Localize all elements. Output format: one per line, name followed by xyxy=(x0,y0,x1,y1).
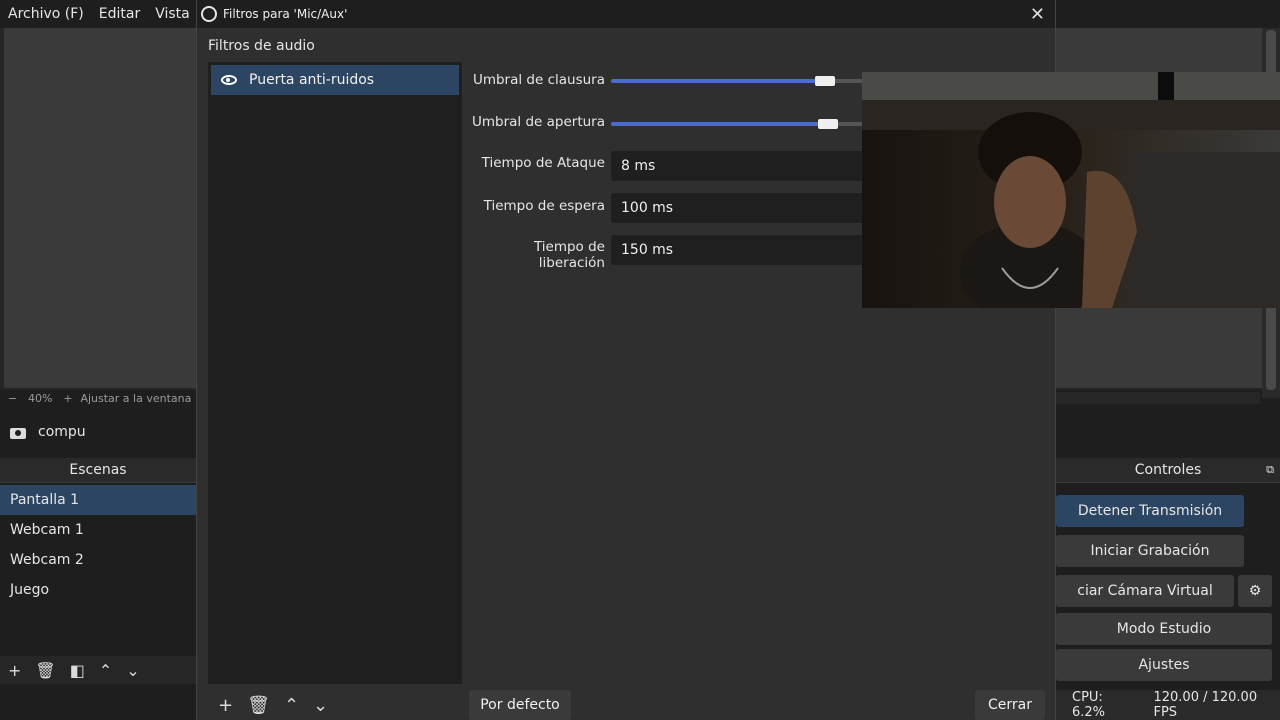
attack-time-field[interactable]: 8 ms xyxy=(611,151,863,181)
filter-item[interactable]: Puerta anti-ruidos xyxy=(211,65,459,95)
move-filter-down-button[interactable]: ⌄ xyxy=(313,695,328,716)
status-bar: CPU: 6.2% 120.00 / 120.00 FPS xyxy=(1056,690,1280,720)
cpu-usage: CPU: 6.2% xyxy=(1072,690,1106,720)
close-button[interactable]: Cerrar xyxy=(975,690,1045,720)
fps-counter: 120.00 / 120.00 FPS xyxy=(1153,690,1258,720)
current-source: compu xyxy=(0,418,200,446)
fit-window-label[interactable]: Ajustar a la ventana xyxy=(80,392,191,405)
start-recording-button[interactable]: Iniciar Grabación xyxy=(1056,535,1244,567)
scene-item[interactable]: Pantalla 1 xyxy=(0,485,196,515)
hold-time-field[interactable]: 100 ms xyxy=(611,193,863,223)
scenes-panel: Escenas Pantalla 1 Webcam 1 Webcam 2 Jue… xyxy=(0,458,196,690)
webcam-image xyxy=(862,72,1280,308)
menu-edit[interactable]: Editar xyxy=(99,6,140,22)
scene-item[interactable]: Webcam 1 xyxy=(0,515,196,545)
scenes-header: Escenas xyxy=(0,458,196,483)
zoom-level: 40% xyxy=(27,391,53,405)
zoom-in-button[interactable]: + xyxy=(63,392,72,405)
add-scene-button[interactable]: + xyxy=(8,661,21,680)
eye-icon[interactable] xyxy=(221,75,237,85)
filter-list: Puerta anti-ruidos xyxy=(208,62,462,684)
move-scene-down-button[interactable]: ⌄ xyxy=(126,661,139,680)
filter-name: Puerta anti-ruidos xyxy=(249,72,375,88)
obs-logo-icon xyxy=(201,6,217,22)
audio-filters-label: Filtros de audio xyxy=(208,38,315,54)
open-threshold-fill xyxy=(611,122,825,126)
menu-file[interactable]: Archivo (F) xyxy=(8,6,84,22)
zoom-bar: − 40% + Ajustar a la ventana xyxy=(0,390,200,406)
open-threshold-label: Umbral de apertura xyxy=(471,114,605,130)
dialog-title: Filtros para 'Mic/Aux' xyxy=(223,7,348,21)
controls-title: Controles xyxy=(1134,462,1202,478)
scene-filters-button[interactable]: ◧ xyxy=(70,661,85,680)
virtual-camera-settings-button[interactable]: ⚙ xyxy=(1238,575,1272,607)
controls-panel: Controles ⧉ Detener Transmisión Iniciar … xyxy=(1056,458,1280,690)
controls-header: Controles ⧉ xyxy=(1056,458,1280,483)
camera-icon xyxy=(10,425,26,439)
remove-filter-button[interactable]: 🗑 xyxy=(247,695,270,716)
source-name: compu xyxy=(38,424,86,440)
dialog-titlebar: Filtros para 'Mic/Aux' ✕ xyxy=(197,0,1055,28)
add-filter-button[interactable]: + xyxy=(218,695,233,716)
defaults-button[interactable]: Por defecto xyxy=(469,690,571,720)
release-time-field[interactable]: 150 ms xyxy=(611,235,863,265)
settings-button[interactable]: Ajustes xyxy=(1056,649,1272,681)
close-threshold-fill xyxy=(611,79,821,83)
open-threshold-handle[interactable] xyxy=(818,119,838,129)
move-scene-up-button[interactable]: ⌃ xyxy=(99,661,112,680)
stop-streaming-button[interactable]: Detener Transmisión xyxy=(1056,495,1244,527)
webcam-feed xyxy=(862,72,1280,308)
studio-mode-button[interactable]: Modo Estudio xyxy=(1056,613,1272,645)
close-icon[interactable]: ✕ xyxy=(1030,4,1045,25)
move-filter-up-button[interactable]: ⌃ xyxy=(284,695,299,716)
close-threshold-handle[interactable] xyxy=(815,76,835,86)
filter-list-toolbar: + 🗑 ⌃ ⌄ xyxy=(208,690,462,720)
virtual-camera-button[interactable]: ciar Cámara Virtual xyxy=(1056,575,1234,607)
close-threshold-label: Umbral de clausura xyxy=(472,72,605,88)
scenes-toolbar: + 🗑 ◧ ⌃ ⌄ xyxy=(0,656,196,684)
undock-icon[interactable]: ⧉ xyxy=(1266,463,1274,477)
release-time-label: Tiempo de liberación xyxy=(533,239,605,271)
remove-scene-button[interactable]: 🗑 xyxy=(35,661,55,680)
scene-item[interactable]: Juego xyxy=(0,575,196,605)
hold-time-label: Tiempo de espera xyxy=(483,198,605,214)
zoom-out-button[interactable]: − xyxy=(8,392,17,405)
scene-item[interactable]: Webcam 2 xyxy=(0,545,196,575)
attack-time-label: Tiempo de Ataque xyxy=(481,155,605,171)
menu-view[interactable]: Vista xyxy=(155,6,190,22)
